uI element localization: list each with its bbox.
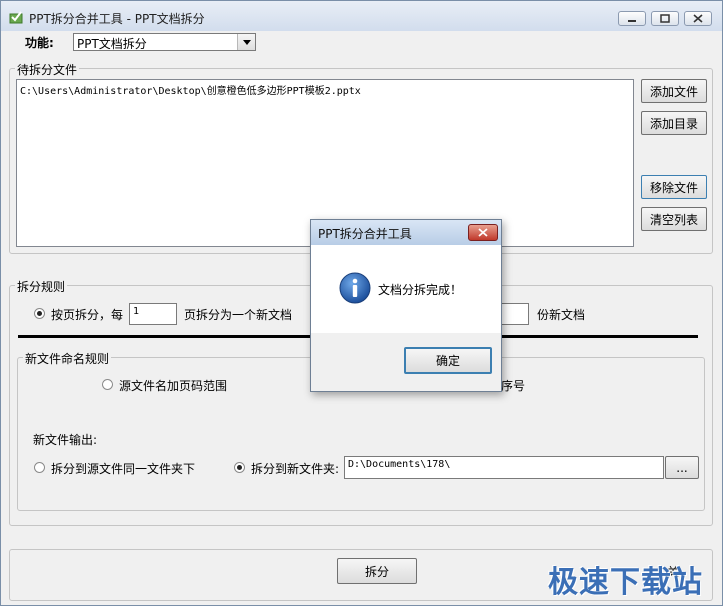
close-button[interactable] [684,11,712,26]
close-icon [693,14,703,23]
dialog-footer: 确定 [311,333,501,391]
naming-sequence-label: 序号 [501,379,526,393]
maximize-button[interactable] [651,11,679,26]
browse-button[interactable]: ... [665,456,699,479]
pages-per-file-input[interactable]: 1 [129,303,177,325]
file-group-title: 待拆分文件 [15,61,80,78]
output-same-folder-label: 拆分到源文件同一文件夹下 [51,462,196,476]
dialog-message: 文档分拆完成！ [378,283,463,297]
ok-button[interactable]: 确定 [404,347,492,374]
dialog-title: PPT拆分合并工具 [318,227,412,241]
window-title: PPT拆分合并工具 - PPT文档拆分 [29,12,205,26]
split-count-input[interactable] [501,303,529,325]
dialog-body: 文档分拆完成！ [311,245,501,333]
output-same-folder-radio[interactable] [34,462,45,473]
output-folder-input[interactable]: D:\Documents\178\ [344,456,664,479]
info-icon [339,272,371,304]
title-bar[interactable]: PPT拆分合并工具 - PPT文档拆分 [1,1,722,31]
add-file-button[interactable]: 添加文件 [641,79,707,103]
main-window: PPT拆分合并工具 - PPT文档拆分 功能: PPT文档拆分 待拆分文件 C:… [0,0,723,606]
split-by-page-label: 按页拆分，每 [51,308,124,322]
list-item[interactable]: C:\Users\Administrator\Desktop\创意橙色低多边形P… [20,82,361,97]
rules-group-title: 拆分规则 [15,278,68,295]
dialog-title-bar[interactable]: PPT拆分合并工具 [311,220,501,245]
split-count-suffix: 份新文档 [537,308,586,322]
clear-list-button[interactable]: 清空列表 [641,207,707,231]
app-icon [9,11,23,24]
naming-page-range-radio[interactable] [102,379,113,390]
watermark-text: 极速下载站 [548,565,703,600]
minimize-icon [628,20,636,22]
output-label: 新文件输出: [33,433,98,447]
naming-group-title: 新文件命名规则 [23,350,112,367]
output-new-folder-radio[interactable] [234,462,245,473]
output-new-folder-label: 拆分到新文件夹: [251,462,340,476]
close-icon [478,228,488,237]
split-button[interactable]: 拆分 [337,558,417,584]
dialog-close-button[interactable] [468,224,498,241]
minimize-button[interactable] [618,11,646,26]
restore-icon [660,14,670,23]
chevron-down-icon[interactable] [237,34,255,50]
function-select-value: PPT文档拆分 [77,37,147,51]
split-by-page-radio[interactable] [34,308,45,319]
naming-page-range-label: 源文件名加页码范围 [119,379,228,393]
add-directory-button[interactable]: 添加目录 [641,111,707,135]
function-select[interactable]: PPT文档拆分 [73,33,256,51]
message-dialog: PPT拆分合并工具 文档分拆完成！ 确定 [310,219,502,392]
split-by-page-suffix: 页拆分为一个新文档 [184,308,293,322]
function-label: 功能: [25,36,54,50]
remove-file-button[interactable]: 移除文件 [641,175,707,199]
